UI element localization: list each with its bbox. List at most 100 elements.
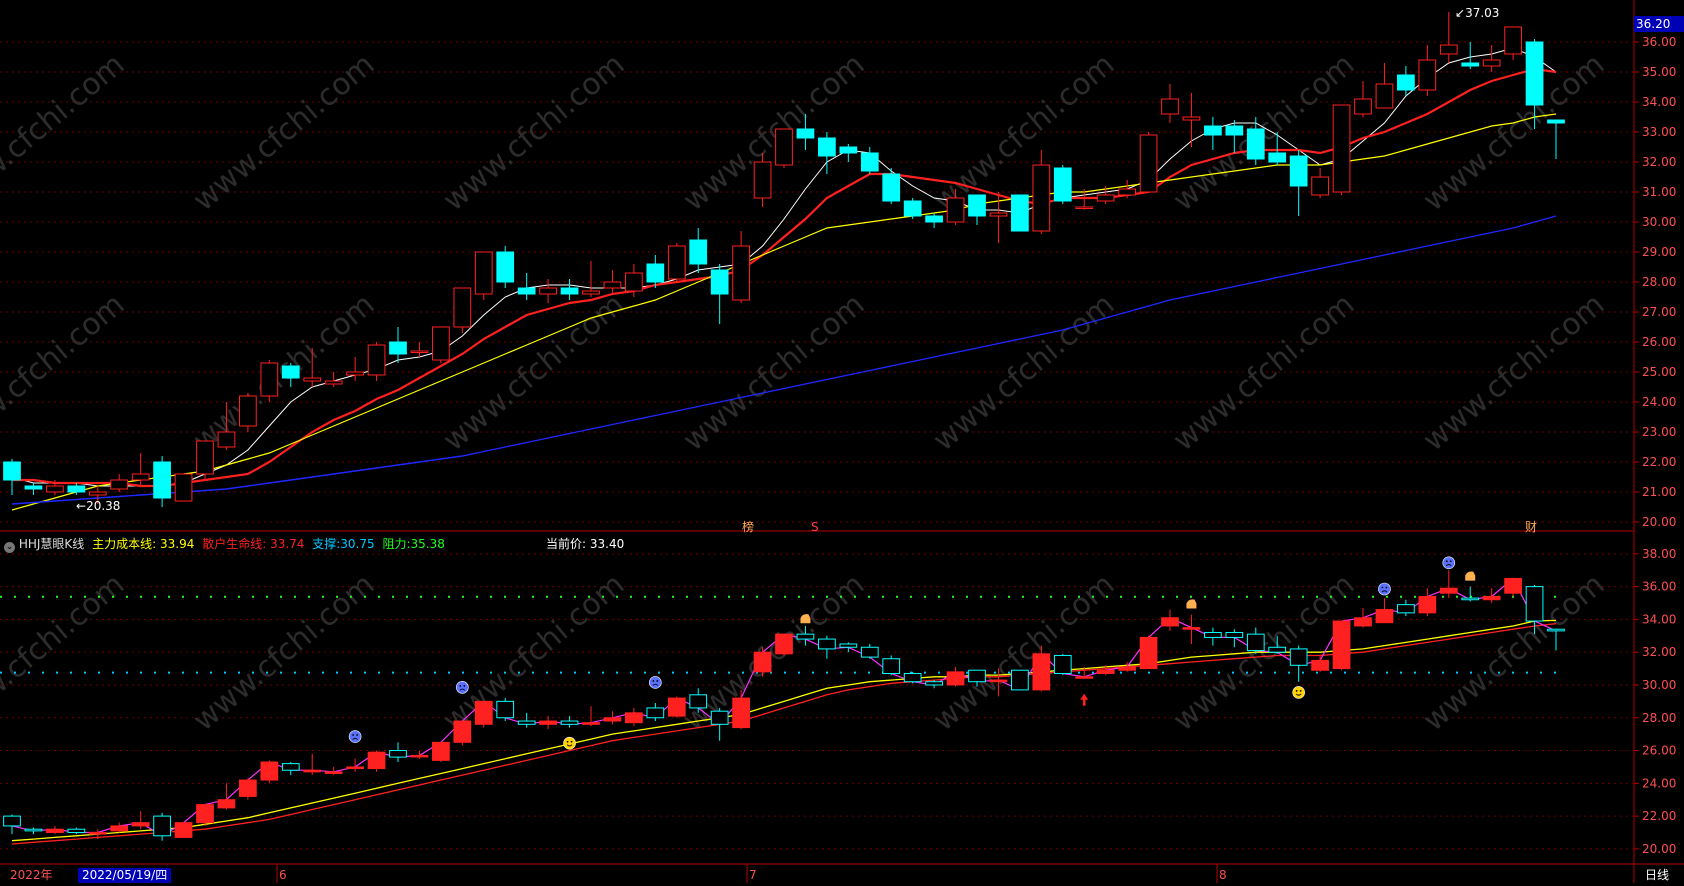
candle-body [1075,676,1094,679]
watermark-text: www.cfchi.com [927,287,1122,458]
candle [582,261,600,297]
candle-body [1547,628,1565,632]
candle-body [239,779,257,797]
candle-body [775,128,793,166]
current-price-tag: 36.20 [1634,16,1684,32]
month-label-aug: 8 [1219,868,1227,882]
candle-body [131,822,150,827]
candle [539,279,557,303]
lower-axis-tick-label: 32.00 [1642,645,1676,659]
indicator-title: HHJ慧眼K线 [18,537,85,551]
candle-body [389,750,407,758]
candle [689,228,708,273]
upper-axis-tick-label: 24.00 [1642,395,1676,409]
face-eye [1381,586,1384,589]
candle-body [517,287,536,295]
period-label[interactable]: 日线 [1645,866,1669,883]
indicator-candle [303,753,322,776]
candle-body [24,828,43,832]
candle-body [3,461,21,481]
candle-body [582,722,600,725]
candle-body [1397,604,1415,614]
indicator-candle [1354,607,1372,628]
candle-body [860,152,879,172]
upper-axis-tick-label: 27.00 [1642,305,1676,319]
candle [1289,150,1308,216]
lower-axis-tick-label: 24.00 [1642,776,1676,790]
candle-body [1418,595,1437,614]
candle-body [1139,636,1158,670]
candle [453,287,472,333]
sad-face-icon [1442,556,1456,570]
candle-body [1246,128,1265,160]
candle-body [281,763,300,771]
sad-face-icon [456,681,469,694]
candle [1139,132,1158,193]
indicator-candle [1311,655,1329,672]
candle [903,198,922,219]
event-marker-cai[interactable]: 财 [1525,520,1537,534]
candle-body [603,281,622,289]
watermark-text: www.cfchi.com [0,47,131,218]
candle-body [496,700,515,719]
candle [1482,45,1501,72]
candle-body [67,828,86,833]
smile-face-icon [1292,686,1305,699]
face-eye [1445,560,1448,563]
indicator-candle [496,698,515,722]
indicator-candle [1482,588,1501,604]
candle-body [217,799,236,809]
date-cursor-label: 2022/05/19/四 [78,868,172,883]
indicator-candle [1375,598,1394,624]
candle [1182,93,1201,147]
candle-body [88,831,107,835]
indicator-candle [1418,588,1437,617]
indicator-toggle-icon[interactable]: ⌄ [4,542,15,553]
face-eye [356,734,359,736]
indicator-candle [1053,653,1072,676]
watermark-text: www.cfchi.com [187,567,382,738]
candle [1354,81,1372,117]
candle-body [88,491,107,496]
candle-body [1053,167,1072,202]
candle-body [432,326,450,361]
watermark-text: www.cfchi.com [1417,47,1612,218]
watermark-text: www.cfchi.com [0,287,131,458]
candle-body [1289,155,1308,187]
candle-body [1118,188,1136,196]
candle-body [1161,98,1179,115]
event-marker-s[interactable]: S [811,520,819,534]
indicator-candle [432,741,450,763]
lower-axis-tick-label: 22.00 [1642,809,1676,823]
upper-axis-tick-label: 20.00 [1642,515,1676,529]
candle-body [667,245,686,280]
candle [1504,26,1522,60]
chart-canvas[interactable]: 36.00 35.00 34.00 33.00 32.00 31.00 30.00 29.00… [0,0,1684,883]
candle-body [1461,597,1480,601]
candle-body [753,651,772,673]
indicator-candle [1011,669,1029,691]
indicator-candle [903,671,922,684]
candle-body [367,344,386,376]
candle-body [710,710,729,725]
candle-body [1332,620,1351,670]
candle-body [539,287,557,295]
candle [667,243,686,282]
stock-chart-window[interactable]: 36.00 35.00 34.00 33.00 32.00 31.00 30.00 29.00… [0,0,1684,883]
face-circle [1378,582,1391,596]
candle [1032,150,1051,234]
indicator-candle [775,633,793,656]
indicator-candle [753,647,772,677]
candle [260,360,279,402]
lower-axis-tick-label: 36.00 [1642,580,1676,594]
candle-body [1547,119,1565,124]
candle [174,473,193,502]
indicator-candle [239,778,257,800]
face-eye [352,734,355,736]
indicator-candle [1225,629,1244,648]
face-eye [652,680,655,682]
candle-body [1032,164,1051,232]
candle-body [1311,176,1329,196]
indicator-candle [710,707,729,741]
event-marker-bang[interactable]: 榜 [742,520,754,534]
